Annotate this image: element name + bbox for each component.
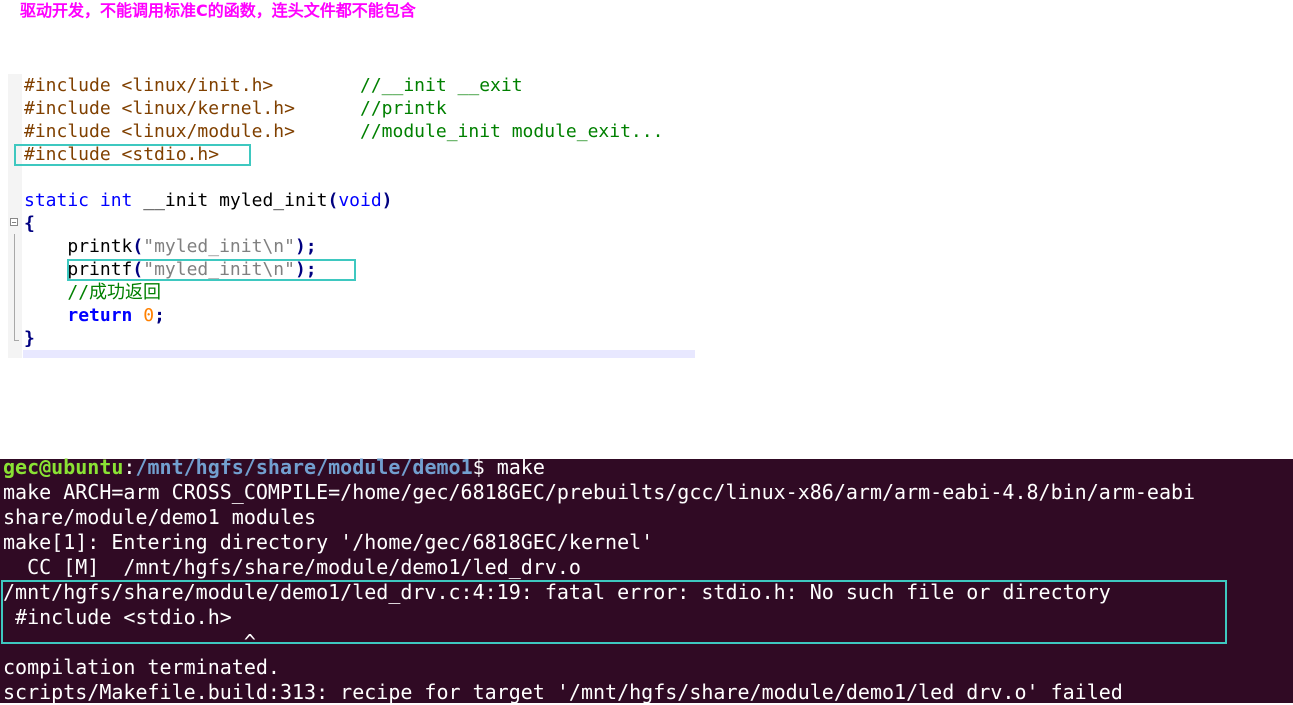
fold-minus-icon[interactable]: − (10, 218, 18, 227)
code-comment-printk: //printk (360, 98, 447, 119)
code-comment-init: //__init __exit (360, 75, 523, 96)
terminal-prompt-line: gec@ubuntu:/mnt/hgfs/share/module/demo1$… (3, 455, 545, 479)
stdio-include-highlight (14, 144, 251, 166)
code-line-include-module: #include <linux/module.h> (24, 121, 295, 142)
code-line-brace-close: } (24, 328, 35, 349)
code-line-printk: printk("myled_init\n"); (67, 236, 317, 257)
terminal-line: CC [M] /mnt/hgfs/share/module/demo1/led_… (3, 555, 581, 579)
fold-end-marker (14, 340, 19, 341)
current-line-highlight (23, 350, 695, 358)
terminal-line: scripts/Makefile.build:313: recipe for t… (3, 680, 1123, 704)
terminal-line: compilation terminated. (3, 655, 280, 679)
code-line-comment-success: //成功返回 (67, 282, 162, 303)
code-editor[interactable]: − #include <linux/init.h> //__init __exi… (8, 74, 695, 358)
code-line-include-kernel: #include <linux/kernel.h> (24, 98, 295, 119)
terminal-line: make[1]: Entering directory '/home/gec/6… (3, 530, 654, 554)
code-line-return: return 0; (67, 305, 165, 326)
terminal-line: make ARCH=arm CROSS_COMPILE=/home/gec/68… (3, 480, 1196, 504)
code-line-function-decl: static int __init myled_init(void) (24, 190, 393, 211)
terminal-line: share/module/demo1 modules (3, 505, 317, 529)
fold-line (14, 234, 15, 340)
terminal-window[interactable]: gec@ubuntu:/mnt/hgfs/share/module/demo1$… (0, 455, 1293, 704)
code-comment-module: //module_init module_exit... (360, 121, 664, 142)
note-title: 驱动开发，不能调用标准C的函数，连头文件都不能包含 (20, 1, 416, 20)
editor-gutter (8, 74, 22, 358)
printf-highlight (67, 259, 356, 281)
code-line-include-init: #include <linux/init.h> (24, 75, 274, 96)
code-line-brace-open: { (24, 213, 35, 234)
terminal-error-highlight (1, 580, 1227, 644)
